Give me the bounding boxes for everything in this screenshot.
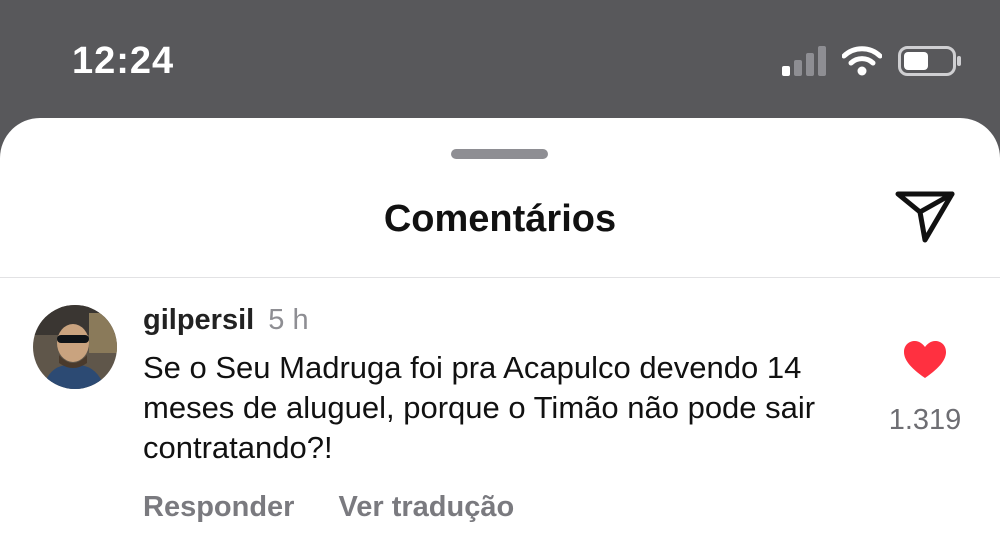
avatar-photo — [33, 305, 117, 389]
avatar[interactable] — [33, 305, 117, 389]
comment-header: gilpersil 5 h — [143, 304, 309, 337]
battery-icon — [898, 46, 961, 76]
status-icons — [782, 44, 962, 78]
reply-button[interactable]: Responder — [143, 491, 294, 524]
comment-time: 5 h — [268, 304, 309, 336]
cellular-signal-icon — [782, 46, 826, 76]
header-divider — [0, 277, 1000, 278]
status-bar: 12:24 — [0, 0, 1000, 118]
status-time: 12:24 — [72, 40, 175, 82]
sheet-grabber-handle[interactable] — [451, 149, 548, 159]
like-button[interactable] — [903, 340, 947, 380]
heart-filled-icon — [904, 341, 946, 378]
like-count: 1.319 — [888, 404, 962, 436]
wifi-icon — [842, 46, 882, 76]
comment-username[interactable]: gilpersil — [143, 304, 254, 336]
comments-sheet: Comentários gilpersil 5 h Se o Seu Madru… — [0, 118, 1000, 541]
comment-actions: Responder Ver tradução — [143, 491, 514, 524]
paper-plane-icon — [895, 191, 955, 243]
share-button[interactable] — [893, 190, 957, 246]
sheet-title: Comentários — [383, 198, 617, 240]
see-translation-button[interactable]: Ver tradução — [338, 491, 514, 524]
comment-text: Se o Seu Madruga foi pra Acapulco devend… — [143, 350, 816, 465]
